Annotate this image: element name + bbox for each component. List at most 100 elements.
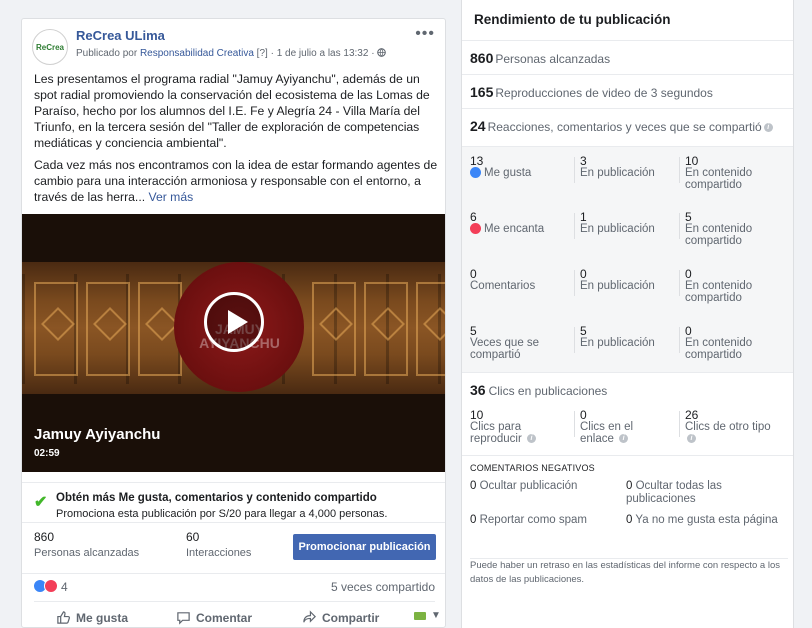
- engagement-value: 24: [470, 118, 486, 134]
- likes-total-value: 13: [470, 154, 484, 168]
- shares-label: Veces que se compartió: [470, 337, 540, 361]
- info-icon[interactable]: i: [763, 122, 773, 132]
- boost-title: Obtén más Me gusta, comentarios y conten…: [56, 492, 377, 504]
- info-icon[interactable]: i: [526, 434, 536, 444]
- likes-shared-label: En contenido compartido: [685, 167, 753, 191]
- reactions-bar: 4 5 veces compartido: [22, 575, 445, 601]
- comments-on-post-label: En publicación: [580, 280, 655, 292]
- comments-shared-value: 0: [685, 267, 692, 281]
- page-mini-avatar-icon: [414, 611, 426, 620]
- negative-feedback-title: COMENTARIOS NEGATIVOS: [470, 463, 595, 473]
- clicks-play: 10 Clics para reproducir i: [470, 409, 560, 445]
- boost-suggestion[interactable]: ✔ Obtén más Me gusta, comentarios y cont…: [22, 482, 445, 522]
- promote-post-button[interactable]: Promocionar publicación: [293, 534, 436, 560]
- interactions-label: Interacciones: [186, 547, 252, 559]
- page-name-link[interactable]: ReCrea ULima: [76, 28, 165, 43]
- more-options-icon[interactable]: •••: [415, 25, 435, 43]
- hide-all-label: Ocultar todas las publicaciones: [626, 480, 722, 505]
- unlike-value: 0: [626, 514, 633, 526]
- comments-on-post: 0 En publicación: [574, 267, 680, 296]
- shares-count[interactable]: 5 veces compartido: [331, 580, 435, 594]
- clicks-link-value: 0: [580, 408, 587, 422]
- divider: [679, 270, 680, 296]
- loves-shared-label: En contenido compartido: [685, 223, 753, 247]
- post-meta: Publicado por Responsabilidad Creativa […: [76, 48, 387, 59]
- checkmark-icon: ✔: [34, 494, 48, 511]
- engagement-label: Reacciones, comentarios y veces que se c…: [487, 120, 762, 134]
- post-paragraph-2-text: Cada vez más nos encontramos con la idea…: [34, 158, 438, 204]
- post-paragraph-1: Les presentamos el programa radial "Jamu…: [34, 72, 430, 150]
- engagement-breakdown: 13 Me gusta 3 En publicación 10 En conte…: [462, 146, 793, 372]
- clicks-link: 0 Clics en el enlace i: [574, 408, 670, 445]
- likes-total: 13 Me gusta: [470, 155, 531, 179]
- shares-shared-value: 0: [685, 324, 692, 338]
- hide-post-value: 0: [470, 480, 477, 492]
- loves-shared: 5 En contenido compartido: [679, 210, 785, 247]
- divider: [574, 213, 575, 239]
- meta-suffix: [?] · 1 de julio a las 13:32 ·: [253, 48, 378, 59]
- share-button[interactable]: Compartir: [302, 610, 379, 625]
- post-actions: Me gusta Comentar Compartir ▼: [34, 601, 441, 627]
- page-avatar[interactable]: ReCrea: [32, 29, 68, 65]
- loves-shared-value: 5: [685, 210, 692, 224]
- info-icon[interactable]: i: [619, 434, 629, 444]
- video-pattern: [34, 282, 78, 376]
- video-views-value: 165: [470, 84, 494, 100]
- shares-shared: 0 En contenido compartido: [679, 324, 785, 361]
- comment-button[interactable]: Comentar: [176, 610, 252, 625]
- comments-label: Comentarios: [470, 280, 536, 292]
- love-reaction-icon[interactable]: [44, 579, 58, 593]
- insights-reach-label: Personas alcanzadas: [495, 52, 611, 66]
- clicks-other-value: 26: [685, 408, 699, 422]
- info-icon[interactable]: i: [687, 434, 696, 444]
- interactions-value: 60: [186, 530, 200, 544]
- comments-on-post-value: 0: [580, 267, 587, 281]
- likes-on-post-label: En publicación: [580, 167, 655, 179]
- clicks-play-label: Clics para reproducir: [470, 421, 522, 445]
- shares-total: 5 Veces que se compartió: [470, 325, 560, 361]
- loves-on-post-value: 1: [580, 210, 587, 224]
- reactions-count[interactable]: 4: [61, 580, 68, 594]
- loves-total-value: 6: [470, 210, 477, 224]
- divider: [679, 327, 680, 353]
- video-views-row: 165 Reproducciones de video de 3 segundos: [462, 74, 793, 108]
- hide-post-label: Ocultar publicación: [479, 480, 578, 492]
- post-text: Les presentamos el programa radial "Jamu…: [34, 71, 439, 211]
- like-button[interactable]: Me gusta: [56, 610, 128, 625]
- likes-on-post-value: 3: [580, 154, 587, 168]
- see-more-link[interactable]: Ver más: [148, 190, 193, 204]
- reach-row: 860 Personas alcanzadas: [462, 40, 793, 74]
- divider: [679, 157, 680, 183]
- divider: [679, 411, 680, 437]
- spam-value: 0: [470, 514, 477, 526]
- comments-total: 0 Comentarios: [470, 268, 535, 292]
- comments-shared: 0 En contenido compartido: [679, 267, 785, 304]
- share-icon: [303, 610, 316, 623]
- video-player[interactable]: JAMUY AYIYANCHU Jamuy Ayiyanchu 02:59: [22, 214, 445, 472]
- likes-on-post: 3 En publicación: [574, 154, 680, 183]
- comments-total-value: 0: [470, 267, 477, 281]
- post-paragraph-2: Cada vez más nos encontramos con la idea…: [34, 157, 439, 205]
- video-title: Jamuy Ayiyanchu: [34, 426, 161, 443]
- clicks-play-value: 10: [470, 408, 484, 422]
- likes-shared: 10 En contenido compartido: [679, 155, 785, 191]
- loves-label: Me encanta: [484, 223, 545, 235]
- post-as-dropdown[interactable]: ▼: [414, 610, 441, 621]
- clicks-other: 26 Clics de otro tipo i: [679, 408, 775, 445]
- negative-feedback-section: COMENTARIOS NEGATIVOS 0 Ocultar publicac…: [462, 455, 793, 547]
- video-views-label: Reproducciones de video de 3 segundos: [495, 86, 713, 100]
- post-card: ReCrea ReCrea ULima Publicado por Respon…: [21, 18, 446, 628]
- insights-title: Rendimiento de tu publicación: [474, 12, 671, 27]
- reach-label: Personas alcanzadas: [34, 547, 140, 559]
- comments-shared-label: En contenido compartido: [685, 280, 753, 304]
- meta-prefix: Publicado por: [76, 48, 140, 59]
- divider: [574, 270, 575, 296]
- loves-on-post: 1 En publicación: [574, 210, 680, 239]
- play-icon[interactable]: [204, 292, 264, 352]
- meta-author-link[interactable]: Responsabilidad Creativa: [140, 48, 254, 59]
- loves-on-post-label: En publicación: [580, 223, 655, 235]
- shares-on-post-label: En publicación: [580, 337, 655, 349]
- spam-stat: 0 Reportar como spam: [470, 514, 620, 527]
- hide-all-value: 0: [626, 480, 633, 492]
- divider: [574, 411, 575, 437]
